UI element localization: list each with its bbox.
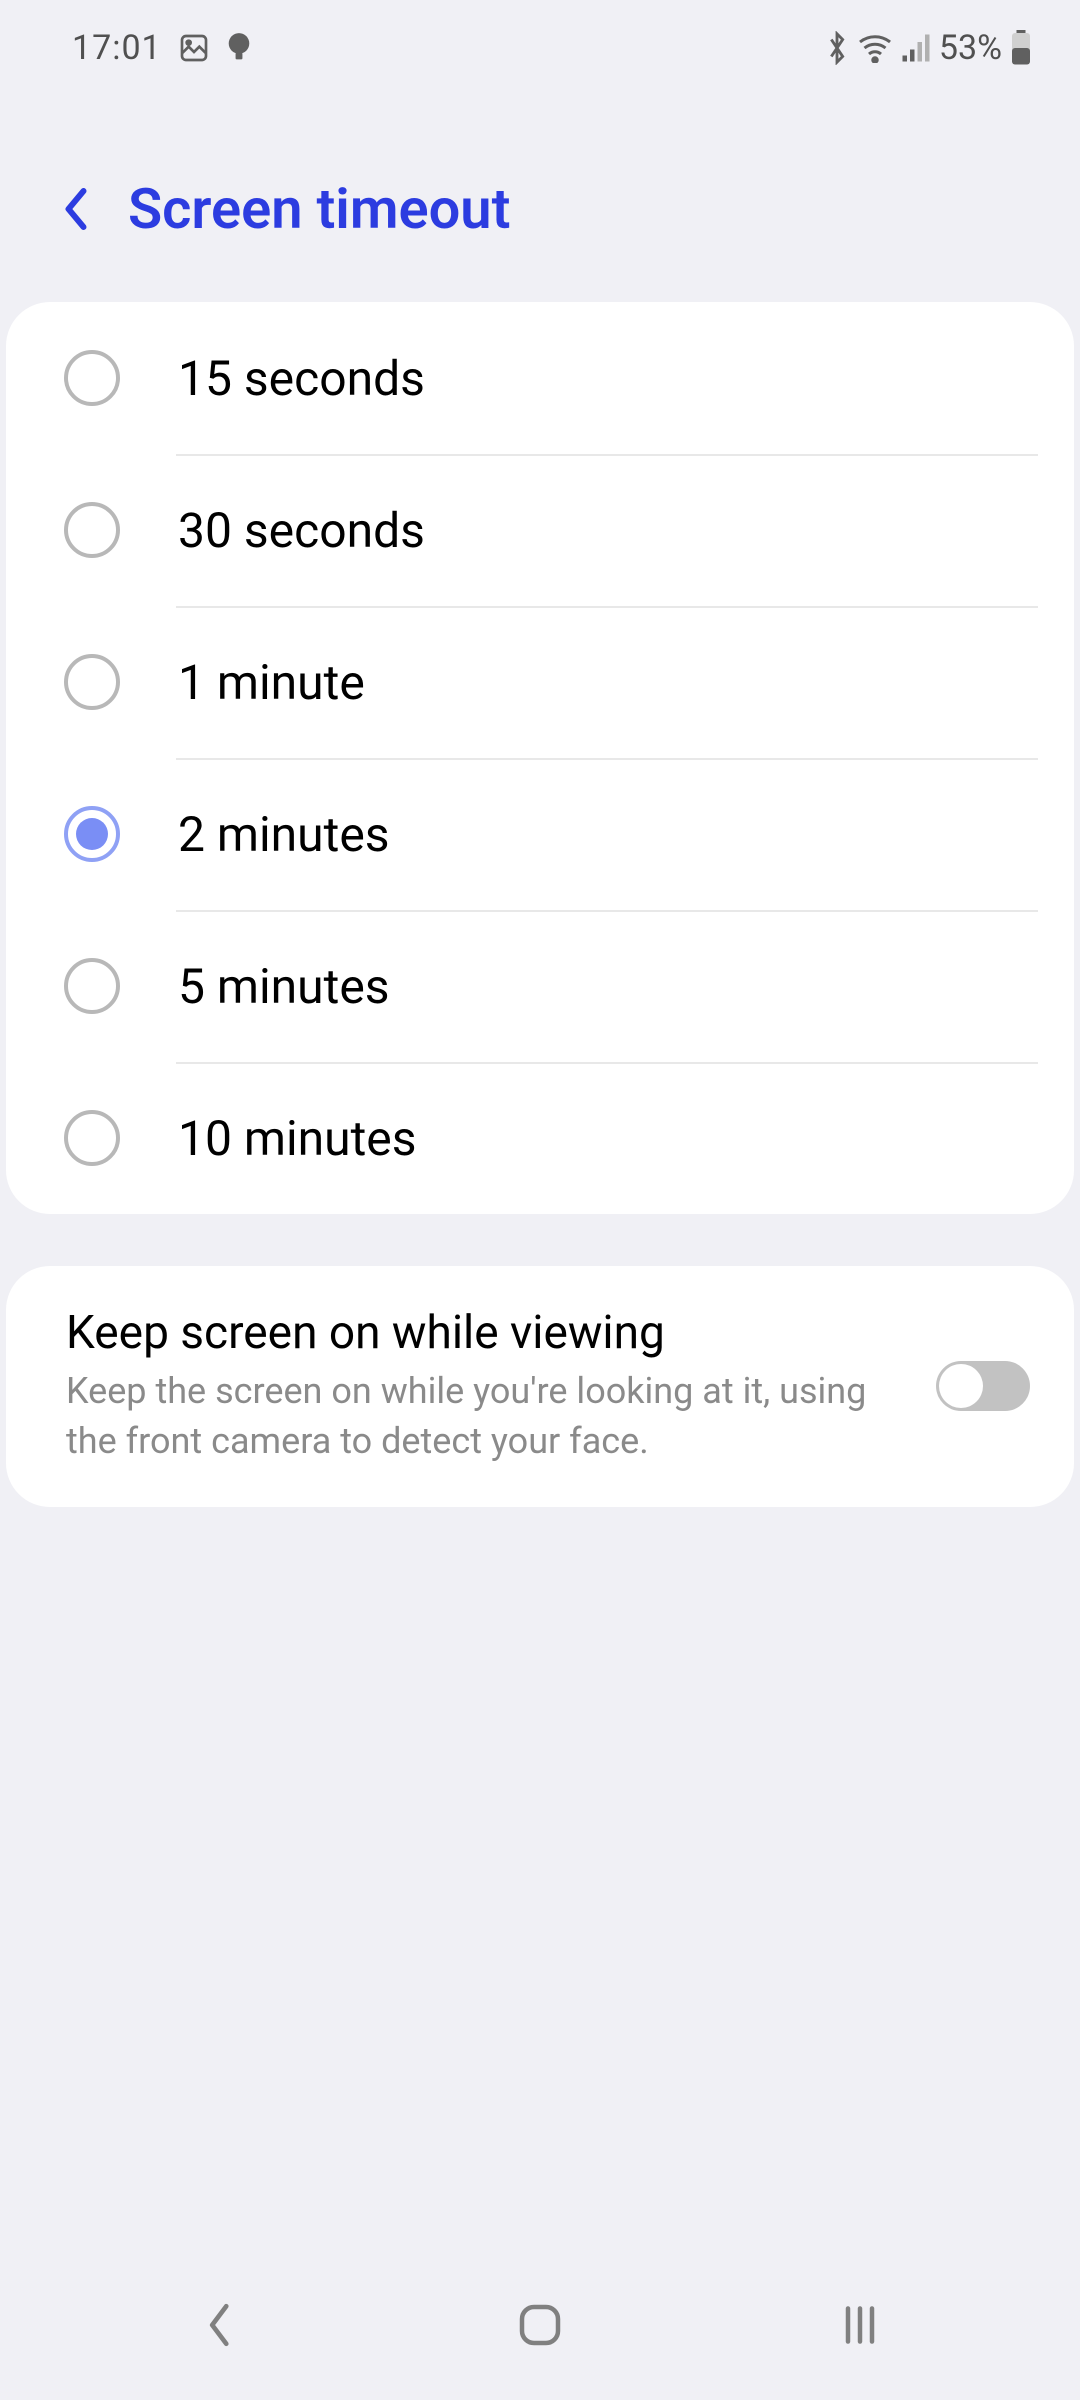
bluetooth-icon bbox=[825, 31, 849, 65]
status-time: 17:01 bbox=[72, 28, 162, 68]
radio-icon bbox=[64, 1110, 120, 1166]
keep-screen-card: Keep screen on while viewing Keep the sc… bbox=[6, 1266, 1074, 1507]
nav-recents-button[interactable] bbox=[780, 2290, 940, 2360]
timeout-option-30s[interactable]: 30 seconds bbox=[6, 454, 1074, 606]
timeout-option-15s[interactable]: 15 seconds bbox=[6, 302, 1074, 454]
timeout-options-card: 15 seconds 30 seconds 1 minute 2 minutes… bbox=[6, 302, 1074, 1214]
radio-icon bbox=[64, 958, 120, 1014]
radio-icon bbox=[64, 654, 120, 710]
switch-icon[interactable] bbox=[936, 1361, 1030, 1411]
nav-home-button[interactable] bbox=[460, 2290, 620, 2360]
signal-icon bbox=[901, 33, 931, 63]
radio-label: 30 seconds bbox=[178, 502, 425, 559]
radio-label: 10 minutes bbox=[178, 1110, 417, 1167]
system-nav-bar bbox=[0, 2270, 1080, 2400]
back-button[interactable] bbox=[60, 183, 92, 235]
radio-label: 5 minutes bbox=[178, 958, 390, 1015]
timeout-option-2m[interactable]: 2 minutes bbox=[6, 758, 1074, 910]
battery-pct: 53% bbox=[939, 28, 1002, 68]
radio-icon bbox=[64, 502, 120, 558]
page-header: Screen timeout bbox=[0, 86, 1080, 302]
battery-icon bbox=[1010, 30, 1032, 66]
radio-label: 1 minute bbox=[178, 654, 365, 711]
timeout-option-5m[interactable]: 5 minutes bbox=[6, 910, 1074, 1062]
timeout-option-10m[interactable]: 10 minutes bbox=[6, 1062, 1074, 1214]
radio-icon bbox=[64, 350, 120, 406]
timeout-option-1m[interactable]: 1 minute bbox=[6, 606, 1074, 758]
nav-back-button[interactable] bbox=[140, 2290, 300, 2360]
wifi-icon bbox=[857, 33, 893, 63]
radio-label: 15 seconds bbox=[178, 350, 425, 407]
keep-screen-toggle-row[interactable]: Keep screen on while viewing Keep the sc… bbox=[6, 1266, 1074, 1507]
radio-label: 2 minutes bbox=[178, 806, 390, 863]
page-title: Screen timeout bbox=[128, 176, 510, 242]
bulb-icon bbox=[226, 32, 252, 64]
toggle-title: Keep screen on while viewing bbox=[66, 1306, 906, 1360]
gallery-icon bbox=[178, 32, 210, 64]
status-bar: 17:01 bbox=[0, 0, 1080, 86]
toggle-desc: Keep the screen on while you're looking … bbox=[66, 1366, 906, 1467]
radio-icon bbox=[64, 806, 120, 862]
